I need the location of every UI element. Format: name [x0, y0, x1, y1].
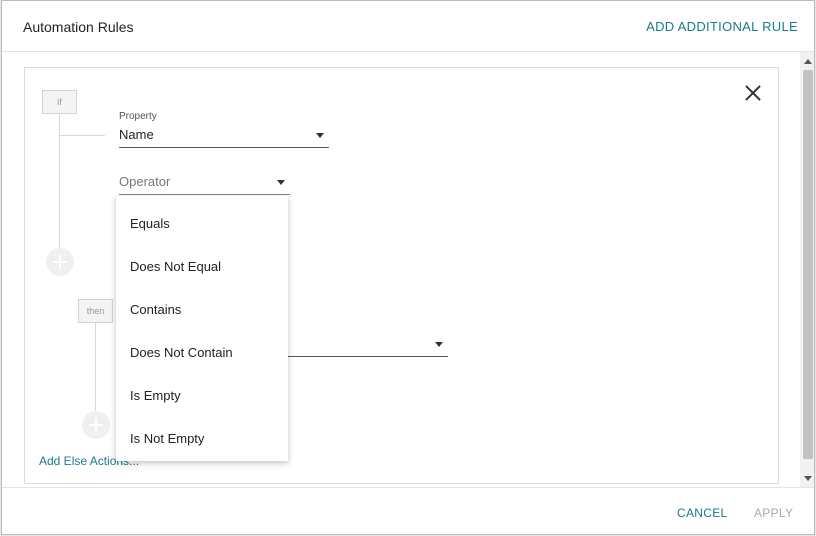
if-connector-line [59, 114, 60, 264]
then-connector-line [95, 323, 96, 411]
operator-option[interactable]: Is Empty [130, 388, 181, 403]
operator-option[interactable]: Contains [130, 302, 181, 317]
operator-dropdown-menu: Equals Does Not Equal Contains Does Not … [116, 196, 288, 461]
if-branch-line [59, 135, 105, 136]
close-icon[interactable] [744, 84, 762, 102]
add-additional-rule-button[interactable]: ADD ADDITIONAL RULE [646, 19, 798, 34]
scroll-down-arrow-icon[interactable] [804, 476, 812, 481]
caret-down-icon [277, 180, 285, 185]
dialog-title: Automation Rules [23, 19, 134, 35]
caret-down-icon [435, 342, 443, 347]
dialog-footer: CANCEL APPLY [2, 487, 814, 534]
scroll-up-arrow-icon[interactable] [804, 59, 812, 64]
add-action-icon[interactable] [82, 411, 110, 439]
operator-option[interactable]: Is Not Empty [130, 431, 204, 446]
operator-placeholder: Operator [119, 174, 171, 189]
operator-option[interactable]: Does Not Contain [130, 345, 233, 360]
operator-select[interactable]: Operator [119, 169, 290, 195]
scroll-thumb[interactable] [803, 70, 813, 459]
then-tag: then [78, 299, 113, 323]
cancel-button[interactable]: CANCEL [677, 506, 727, 520]
operator-option[interactable]: Does Not Equal [130, 259, 221, 274]
caret-down-icon [316, 133, 324, 138]
operator-option[interactable]: Equals [130, 216, 170, 231]
property-value: Name [119, 127, 154, 142]
vertical-scrollbar[interactable] [800, 52, 814, 487]
if-tag: if [42, 90, 77, 114]
dialog-header: Automation Rules ADD ADDITIONAL RULE [2, 1, 814, 52]
property-select[interactable]: Name [119, 121, 329, 148]
add-condition-icon[interactable] [46, 248, 74, 276]
apply-button[interactable]: APPLY [754, 506, 793, 520]
